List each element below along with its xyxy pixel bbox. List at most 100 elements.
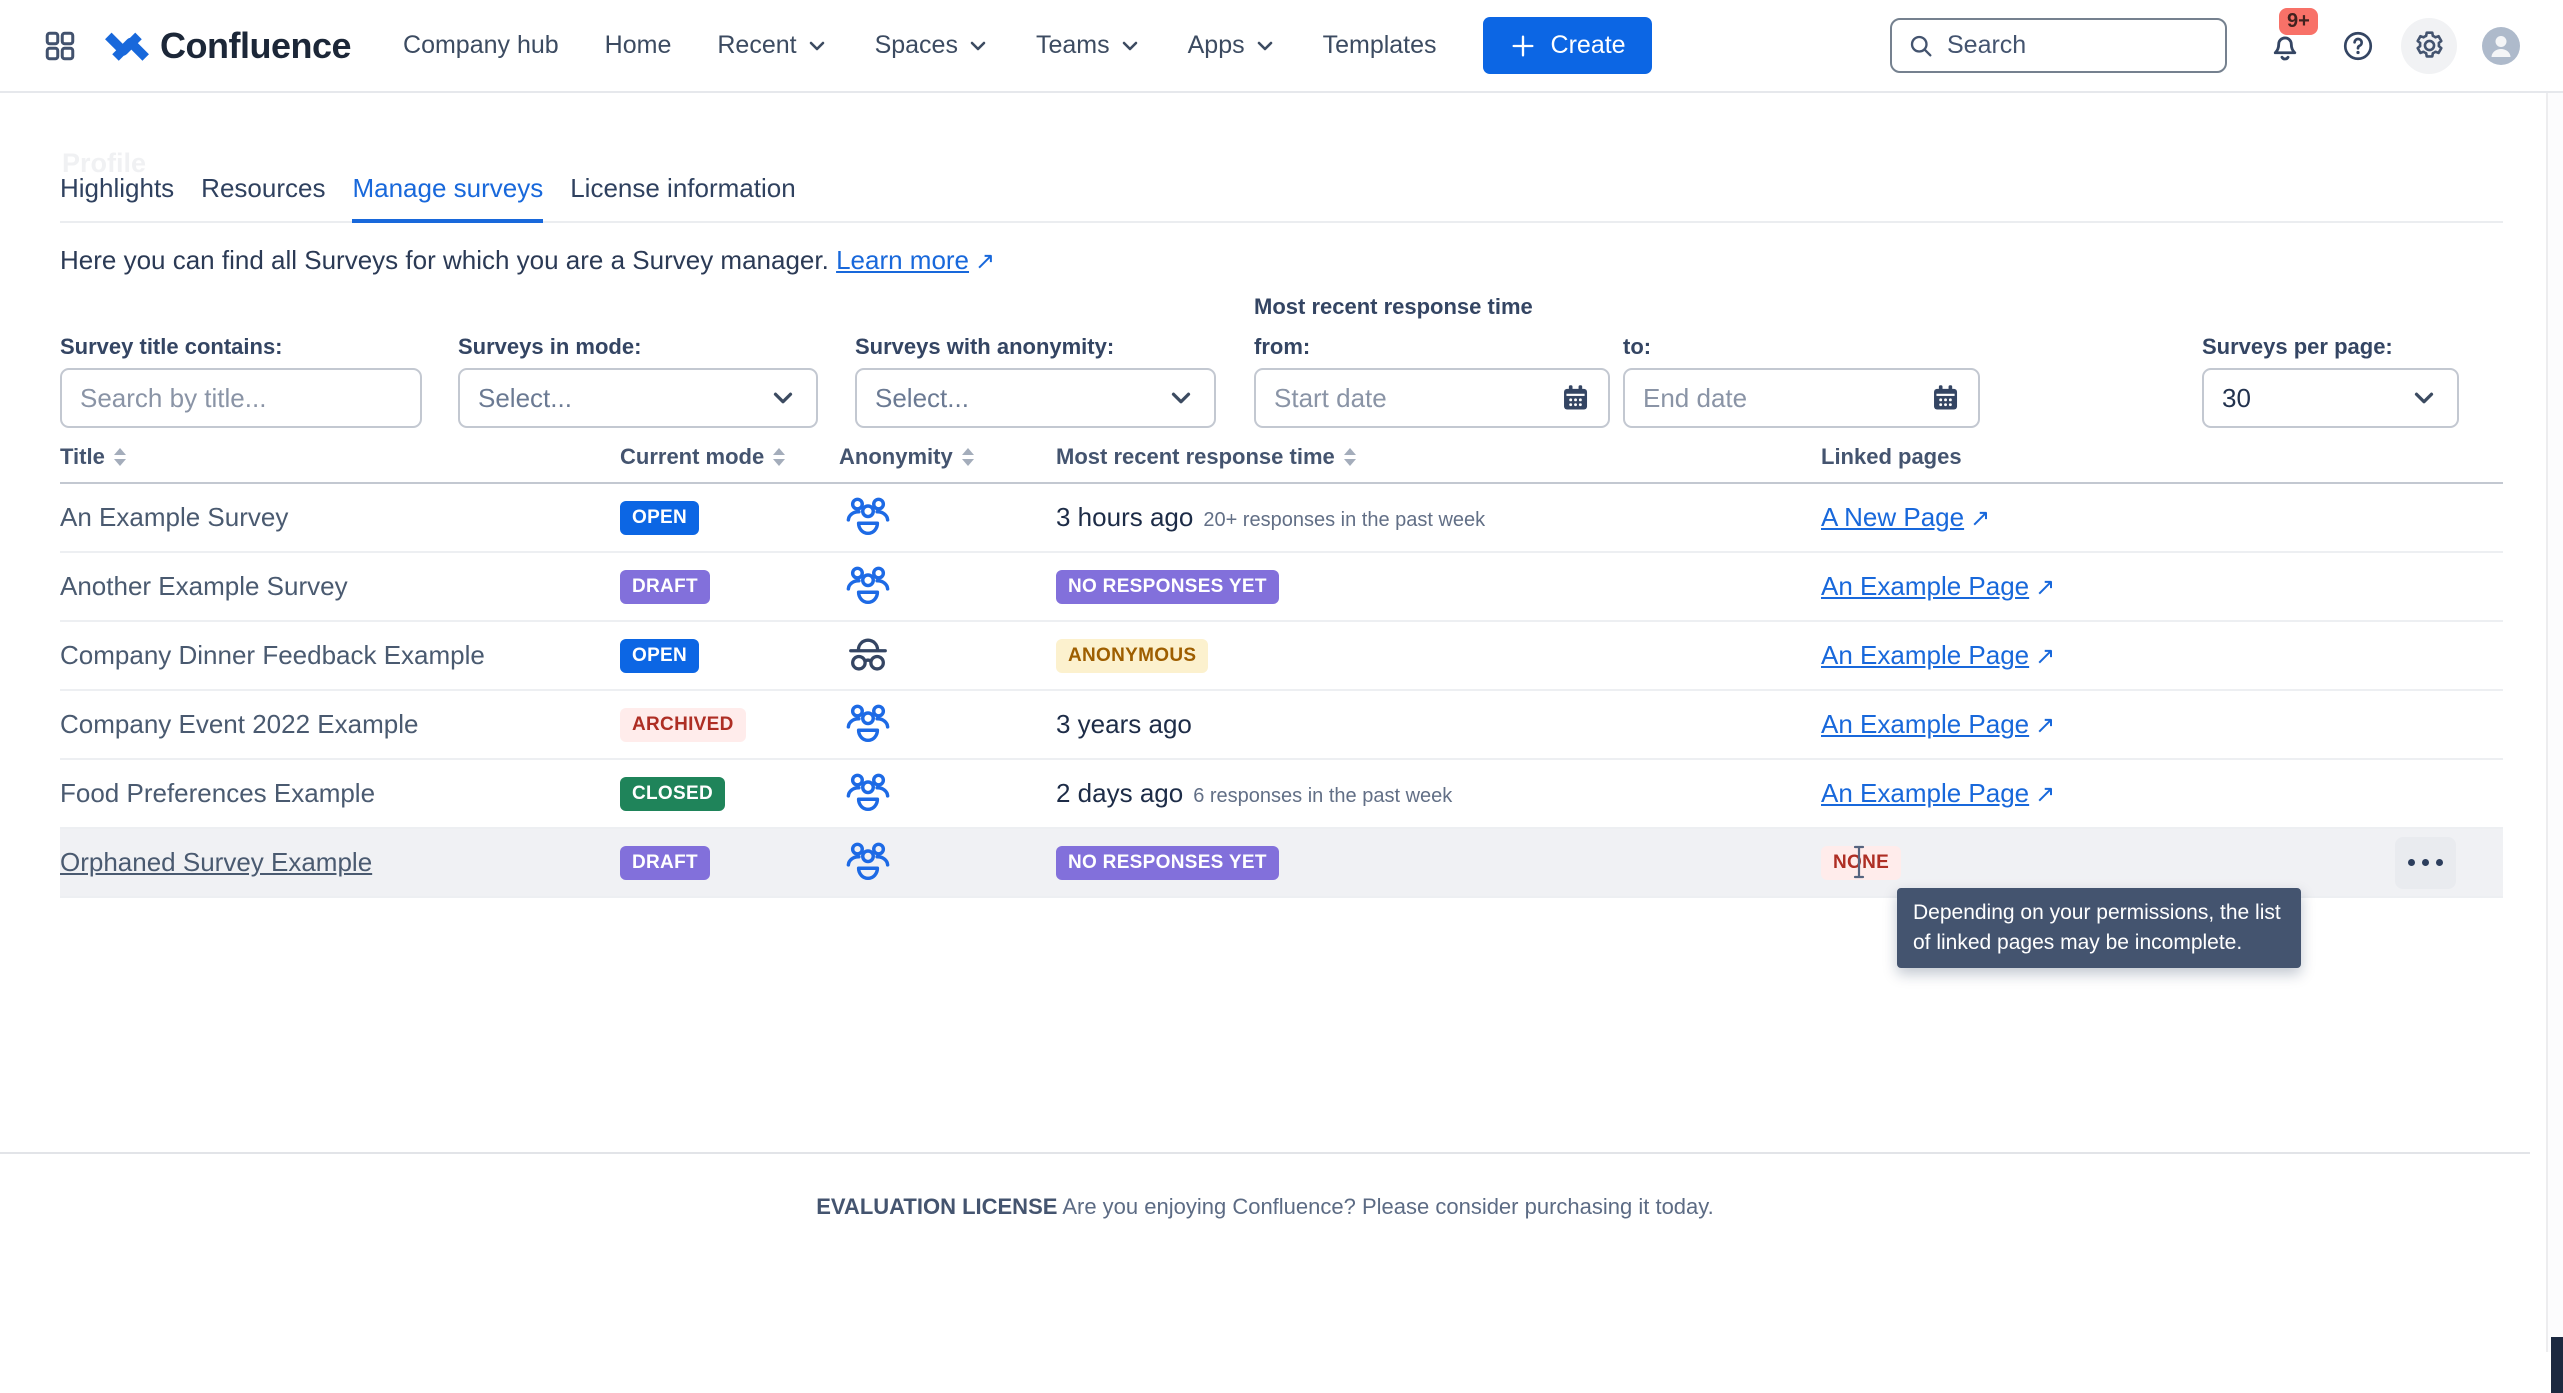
survey-title[interactable]: Company Event 2022 Example (60, 709, 620, 740)
survey-title[interactable]: An Example Survey (60, 502, 620, 533)
external-link-icon: ↗ (2035, 573, 2055, 602)
column-header-mode[interactable]: Current mode (620, 444, 839, 470)
user-avatar[interactable] (2481, 26, 2521, 66)
text-cursor (1851, 844, 1867, 880)
column-header-anonymity[interactable]: Anonymity (839, 444, 1056, 470)
filter-title: Survey title contains: (60, 334, 422, 428)
group-icon (845, 564, 1056, 610)
notification-count-badge: 9+ (2279, 8, 2318, 35)
scrollbar-thumb[interactable] (2551, 1337, 2563, 1393)
start-date-input[interactable] (1274, 383, 1561, 414)
nav-spaces[interactable]: Spaces (875, 31, 990, 60)
response-time: 3 hours ago (1056, 502, 1193, 532)
nav-templates[interactable]: Templates (1323, 31, 1437, 60)
column-header-response[interactable]: Most recent response time (1056, 444, 1821, 470)
linked-page-link[interactable]: An Example Page↗ (1821, 709, 2055, 739)
chevron-down-icon (1253, 34, 1277, 58)
linked-page-link[interactable]: An Example Page↗ (1821, 640, 2055, 670)
survey-title[interactable]: Another Example Survey (60, 571, 620, 602)
notifications-button[interactable]: 9+ (2267, 28, 2303, 64)
chevron-down-icon (1166, 383, 1196, 413)
learn-more-link[interactable]: Learn more↗ (836, 245, 995, 275)
external-link-icon: ↗ (975, 247, 995, 276)
global-search[interactable] (1890, 18, 2227, 73)
confluence-logo-icon (104, 23, 150, 69)
survey-title[interactable]: Company Dinner Feedback Example (60, 640, 620, 671)
person-icon (2481, 26, 2521, 66)
survey-title[interactable]: Orphaned Survey Example (60, 847, 620, 878)
linked-page-link[interactable]: An Example Page↗ (1821, 778, 2055, 808)
chevron-down-icon (768, 383, 798, 413)
nav-recent[interactable]: Recent (717, 31, 828, 60)
mode-badge: OPEN (620, 639, 699, 673)
chevron-down-icon (1118, 34, 1142, 58)
tab-resources[interactable]: Resources (201, 173, 325, 223)
scrollbar-track[interactable] (2546, 93, 2563, 1352)
license-footer-bold: EVALUATION LICENSE (816, 1194, 1057, 1219)
survey-title[interactable]: Food Preferences Example (60, 778, 620, 809)
gear-icon (2412, 28, 2447, 63)
group-icon (845, 771, 1056, 817)
column-header-title[interactable]: Title (60, 444, 620, 470)
no-linked-pages-badge: NONE (1821, 846, 1901, 880)
help-button[interactable] (2341, 29, 2375, 63)
response-note: 6 responses in the past week (1193, 785, 1452, 807)
nav-teams[interactable]: Teams (1036, 31, 1142, 60)
no-responses-badge: NO RESPONSES YET (1056, 846, 1279, 880)
search-icon (1907, 32, 1935, 60)
mode-badge: OPEN (620, 501, 699, 535)
filter-anonymity-label: Surveys with anonymity: (855, 334, 1216, 360)
column-header-linked: Linked pages (1821, 444, 2503, 470)
incognito-icon (845, 633, 1056, 679)
end-date-input[interactable] (1643, 383, 1931, 414)
table-header: Title Current mode Anonymity Most recent… (60, 444, 2503, 484)
linked-page-link[interactable]: An Example Page↗ (1821, 571, 2055, 601)
survey-filters: Most recent response time Survey title c… (0, 294, 2563, 428)
search-input[interactable] (1947, 31, 2210, 60)
mode-select[interactable]: Select... (458, 368, 818, 428)
filter-mode-label: Surveys in mode: (458, 334, 818, 360)
table-row: Company Dinner Feedback Example OPEN ANO… (60, 622, 2503, 691)
question-mark-icon (2341, 29, 2375, 63)
create-button[interactable]: Create (1483, 17, 1652, 74)
filter-mode: Surveys in mode: Select... (458, 334, 818, 428)
no-responses-badge: NO RESPONSES YET (1056, 570, 1279, 604)
app-switcher-icon[interactable] (42, 28, 78, 64)
mode-badge: DRAFT (620, 570, 710, 604)
license-footer: EVALUATION LICENSE Are you enjoying Conf… (0, 1194, 2530, 1220)
table-row: Company Event 2022 Example ARCHIVED 3 ye… (60, 691, 2503, 760)
primary-nav: Company hub Home Recent Spaces Teams App… (403, 31, 1437, 60)
response-note: 20+ responses in the past week (1203, 509, 1485, 531)
tab-manage-surveys[interactable]: Manage surveys (352, 173, 543, 223)
external-link-icon: ↗ (2035, 780, 2055, 809)
nav-apps[interactable]: Apps (1188, 31, 1277, 60)
anonymity-select[interactable]: Select... (855, 368, 1216, 428)
nav-company-hub[interactable]: Company hub (403, 31, 559, 60)
page-tabs: Highlights Resources Manage surveys Lice… (60, 93, 2503, 223)
row-actions-button[interactable] (2395, 837, 2456, 889)
response-time: 2 days ago (1056, 778, 1183, 808)
filter-from-label: from: (1254, 334, 1610, 360)
per-page-select[interactable]: 30 (2202, 368, 2459, 428)
calendar-icon[interactable] (1561, 382, 1590, 414)
external-link-icon: ↗ (1970, 504, 1990, 533)
linked-page-link[interactable]: A New Page↗ (1821, 502, 1990, 532)
nav-home[interactable]: Home (605, 31, 672, 60)
group-icon (845, 840, 1056, 886)
settings-button[interactable] (2401, 18, 2457, 74)
tab-highlights[interactable]: Highlights (60, 173, 174, 223)
mode-badge: CLOSED (620, 777, 725, 811)
external-link-icon: ↗ (2035, 642, 2055, 671)
filter-from-date: from: (1254, 334, 1610, 428)
confluence-logo[interactable]: Confluence (104, 23, 351, 69)
filter-anonymity: Surveys with anonymity: Select... (855, 334, 1216, 428)
title-search-input[interactable] (80, 383, 402, 414)
calendar-icon[interactable] (1931, 382, 1960, 414)
logo-text: Confluence (160, 25, 351, 67)
tab-license-information[interactable]: License information (570, 173, 795, 223)
linked-pages-tooltip: Depending on your permissions, the list … (1897, 888, 2301, 968)
mode-badge: DRAFT (620, 846, 710, 880)
table-row: An Example Survey OPEN 3 hours ago 20+ re… (60, 484, 2503, 553)
group-icon (845, 702, 1056, 748)
external-link-icon: ↗ (2035, 711, 2055, 740)
